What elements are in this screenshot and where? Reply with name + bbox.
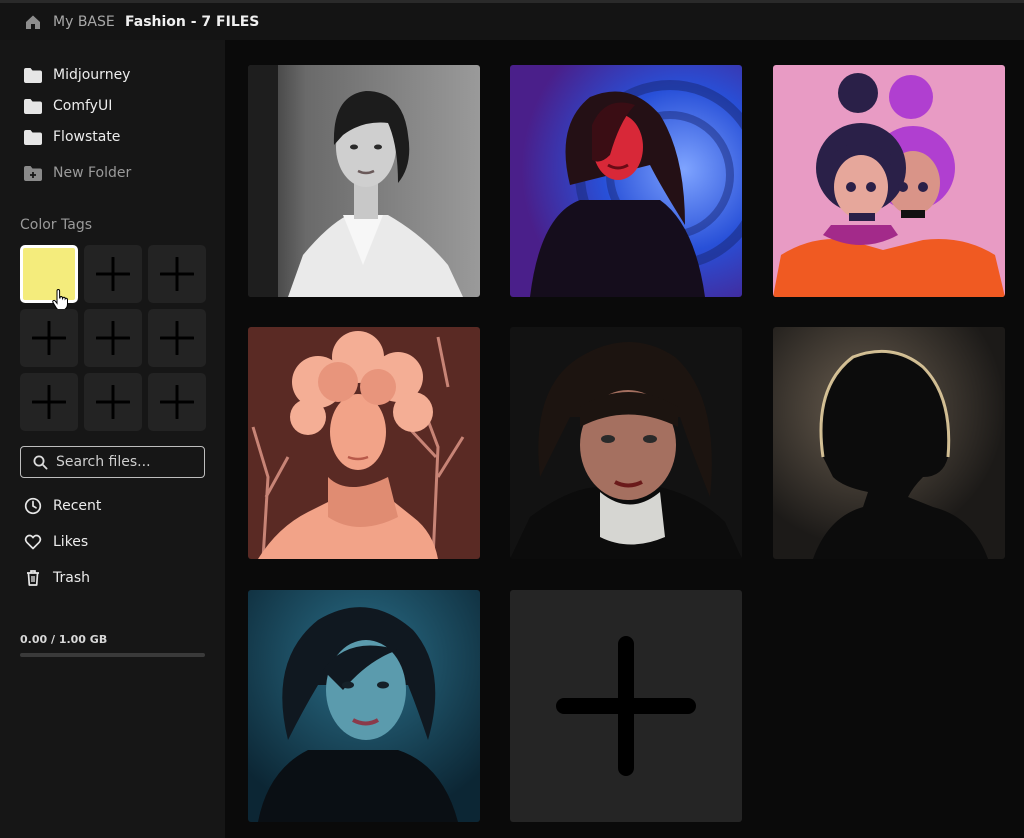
color-tag-yellow[interactable] [20,245,78,311]
color-tag-empty[interactable] [20,309,78,367]
portrait-image [510,65,742,297]
trash-icon [27,570,39,586]
folder-plus-icon [24,165,42,181]
folder-icon [24,67,42,83]
sidebar-item-midjourney[interactable]: Midjourney [24,64,130,86]
hand-cursor-icon [52,289,68,311]
sidebar-item-label: Flowstate [53,129,121,145]
portrait-image [248,65,480,297]
clock-icon [24,497,42,515]
sidebar-item-trash[interactable]: Trash [24,569,90,587]
color-tag-empty[interactable] [148,309,206,367]
search-icon [33,455,48,469]
plus-icon [96,385,130,419]
image-thumbnail[interactable] [510,65,742,297]
color-tag-empty[interactable] [84,373,142,431]
sidebar-item-label: Midjourney [53,67,131,83]
storage-usage-text: 0.00 / 1.00 GB [20,633,108,646]
image-thumbnail[interactable] [510,327,742,559]
search-field[interactable] [20,446,205,478]
plus-icon [96,321,130,355]
breadcrumb-root[interactable]: My BASE [53,14,115,30]
illustration-image [773,65,1005,297]
image-thumbnail[interactable] [248,327,480,559]
plus-icon [32,385,66,419]
home-icon[interactable] [24,13,42,31]
image-thumbnail[interactable] [773,65,1005,297]
color-tag-empty[interactable] [84,245,142,303]
color-tag-empty[interactable] [20,373,78,431]
image-thumbnail[interactable] [773,327,1005,559]
color-tags-title: Color Tags [20,217,92,233]
top-bar: My BASE Fashion - 7 FILES [0,0,1024,40]
plus-icon [160,385,194,419]
plus-icon [96,257,130,291]
plus-icon [556,636,696,776]
new-folder-label: New Folder [53,165,132,181]
sidebar-item-flowstate[interactable]: Flowstate [24,126,120,148]
image-thumbnail[interactable] [248,590,480,822]
plus-icon [160,257,194,291]
add-image-tile[interactable] [510,590,742,822]
color-tag-empty[interactable] [148,245,206,303]
heart-icon [24,534,42,550]
sidebar-item-recent[interactable]: Recent [24,497,101,515]
color-tag-empty[interactable] [148,373,206,431]
folder-icon [24,98,42,114]
sidebar-item-label: Trash [53,570,90,586]
color-tag-empty[interactable] [84,309,142,367]
portrait-image [248,327,480,559]
storage-progress-bar [20,653,205,657]
silhouette-image [773,327,1005,559]
plus-icon [160,321,194,355]
sidebar: Midjourney ComfyUI Flowstate New Folder … [0,40,225,838]
page-title: Fashion - 7 FILES [125,14,260,30]
image-thumbnail[interactable] [248,65,480,297]
folder-icon [24,129,42,145]
portrait-image [248,590,480,822]
search-input[interactable] [56,454,196,470]
sidebar-item-label: ComfyUI [53,98,113,114]
new-folder-button[interactable]: New Folder [24,162,131,184]
plus-icon [32,321,66,355]
sidebar-item-likes[interactable]: Likes [24,533,88,551]
sidebar-item-label: Likes [53,534,89,550]
sidebar-item-label: Recent [53,498,102,514]
sidebar-item-comfyui[interactable]: ComfyUI [24,95,112,117]
color-tags-grid [20,245,206,431]
portrait-image [510,327,742,559]
